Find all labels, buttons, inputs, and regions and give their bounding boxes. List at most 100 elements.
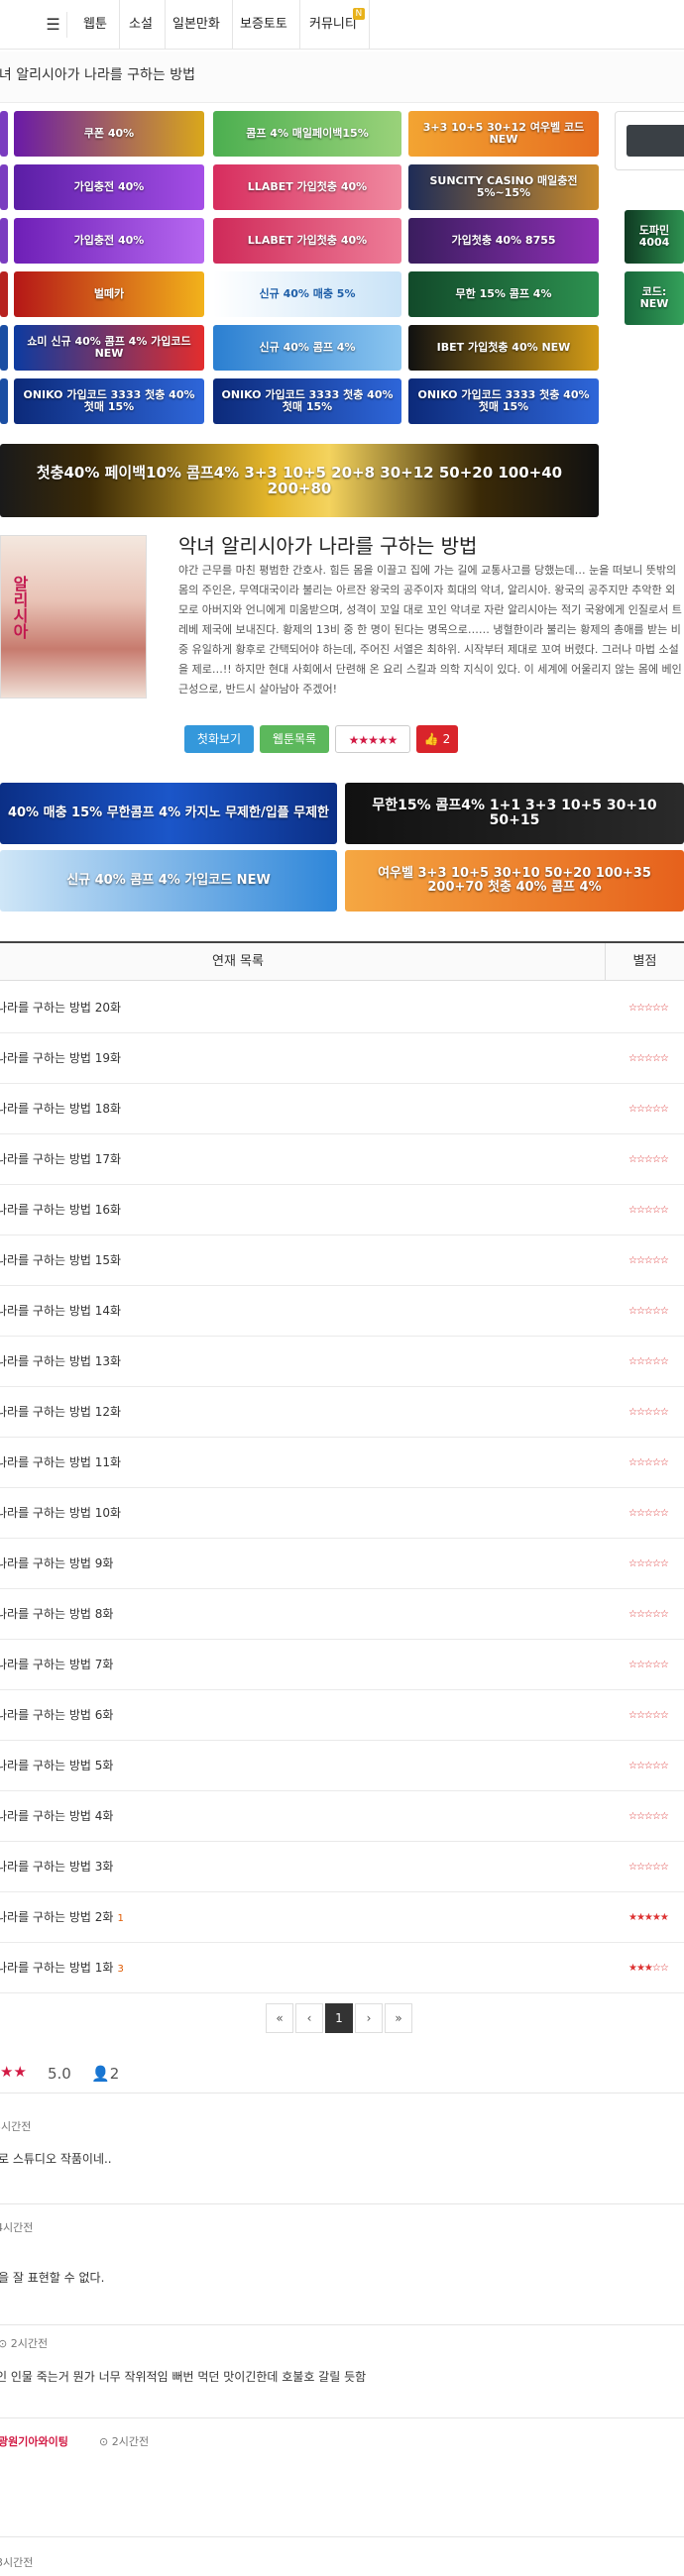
banner-text: 콤프 4% 매일페이백15% xyxy=(246,126,369,140)
episode-title[interactable]: 나라를 구하는 방법 11화 xyxy=(0,1438,121,1488)
table-row[interactable]: 나라를 구하는 방법 17화 ☆☆☆☆☆ xyxy=(0,1134,684,1185)
episode-title[interactable]: 나라를 구하는 방법 8화 xyxy=(0,1589,113,1640)
table-row[interactable]: 나라를 구하는 방법 7화 ☆☆☆☆☆ xyxy=(0,1640,684,1690)
banner-edge[interactable] xyxy=(0,111,8,157)
episode-title[interactable]: 나라를 구하는 방법 9화 xyxy=(0,1539,113,1589)
like-button[interactable]: 👍 2 xyxy=(416,725,458,753)
banner-text: ONIKO 가입코드 3333 첫충 40% 첫매 15% xyxy=(221,387,394,413)
banner-ad[interactable]: 무한 15% 콤프 4% xyxy=(408,271,599,317)
table-row[interactable]: 나라를 구하는 방법 20화 ☆☆☆☆☆ xyxy=(0,983,684,1033)
episode-title[interactable]: 나라를 구하는 방법 17화 xyxy=(0,1134,121,1185)
table-row[interactable]: 나라를 구하는 방법 10화 ☆☆☆☆☆ xyxy=(0,1488,684,1539)
banner-text: 첫충40% 페이백10% 콤프4% 3+3 10+5 20+8 30+12 50… xyxy=(36,463,563,497)
table-row[interactable]: 나라를 구하는 방법 4화 ☆☆☆☆☆ xyxy=(0,1791,684,1842)
comment-author[interactable]: 광원기아와이팅 xyxy=(0,2433,68,2449)
banner-ad[interactable]: 벌떼카 xyxy=(14,271,204,317)
nav-item-community[interactable]: 커뮤니티 N xyxy=(297,0,370,50)
rating-score: 5.0 xyxy=(48,2065,71,2083)
table-row[interactable]: 나라를 구하는 방법 3화 ☆☆☆☆☆ xyxy=(0,1842,684,1892)
webtoon-list-button[interactable]: 웹툰목록 xyxy=(260,725,329,753)
banner-ad[interactable]: 쿠폰 40% xyxy=(14,111,204,157)
pager-next-button[interactable]: › xyxy=(355,2003,383,2033)
pager-current-page[interactable]: 1 xyxy=(325,2003,353,2033)
banner-ad[interactable]: 가입충전 40% xyxy=(14,164,204,210)
episode-rating-stars: ☆☆☆☆☆ xyxy=(628,1862,669,1873)
banner-ad[interactable]: 여우벨 3+3 10+5 30+10 50+20 100+35 200+70 첫… xyxy=(345,850,684,912)
banner-ad[interactable]: 신규 40% 콤프 4% 가입코드 NEW xyxy=(0,850,337,912)
episode-title[interactable]: 나라를 구하는 방법 13화 xyxy=(0,1337,121,1387)
hamburger-icon[interactable]: ☰ xyxy=(40,12,67,38)
table-row[interactable]: 나라를 구하는 방법 11화 ☆☆☆☆☆ xyxy=(0,1438,684,1488)
side-banner-ad[interactable]: 도파민 4004 xyxy=(625,210,684,264)
banner-edge[interactable] xyxy=(0,271,8,317)
table-row[interactable]: 나라를 구하는 방법 9화 ☆☆☆☆☆ xyxy=(0,1539,684,1589)
table-row[interactable]: 나라를 구하는 방법 16화 ☆☆☆☆☆ xyxy=(0,1185,684,1235)
banner-ad[interactable]: ONIKO 가입코드 3333 첫충 40% 첫매 15% xyxy=(213,378,401,424)
episode-title[interactable]: 나라를 구하는 방법 6화 xyxy=(0,1690,113,1741)
episode-title[interactable]: 나라를 구하는 방법 5화 xyxy=(0,1741,113,1791)
banner-ad[interactable]: 무한15% 콤프4% 1+1 3+3 10+5 30+10 50+15 xyxy=(345,783,684,844)
thumbnail-title: 알리시아 xyxy=(10,576,29,639)
sidebar-button[interactable] xyxy=(627,125,684,157)
banner-ad[interactable]: 콤프 4% 매일페이백15% xyxy=(213,111,401,157)
banner-ad[interactable]: 가입충전 40% xyxy=(14,218,204,264)
rating-stars-button[interactable]: ★★★★★ xyxy=(335,725,410,753)
webtoon-thumbnail[interactable]: 알리시아 xyxy=(0,535,147,698)
table-row[interactable]: 나라를 구하는 방법 19화 ☆☆☆☆☆ xyxy=(0,1033,684,1084)
episode-title[interactable]: 나라를 구하는 방법 20화 xyxy=(0,983,121,1033)
episode-title[interactable]: 나라를 구하는 방법 15화 xyxy=(0,1235,121,1286)
episode-title[interactable]: 나라를 구하는 방법 12화 xyxy=(0,1387,121,1438)
banner-ad[interactable]: 40% 매충 15% 무한콤프 4% 카지노 무제한/입플 무제한 xyxy=(0,783,337,844)
banner-text: 신규 40% 콤프 4% xyxy=(259,340,356,354)
banner-ad[interactable]: ONIKO 가입코드 3333 첫충 40% 첫매 15% xyxy=(408,378,599,424)
nav-item-webtoon[interactable]: 웹툰 xyxy=(71,0,120,50)
pager-last-button[interactable]: » xyxy=(385,2003,412,2033)
episode-title[interactable]: 나라를 구하는 방법 10화 xyxy=(0,1488,121,1539)
nav-item-novel[interactable]: 소설 xyxy=(117,0,166,50)
banner-text: ONIKO 가입코드 3333 첫충 40% 첫매 15% xyxy=(23,387,195,413)
banner-ad[interactable]: 3+3 10+5 30+12 여우벨 코드 NEW xyxy=(408,111,599,157)
table-row[interactable]: 나라를 구하는 방법 12화 ☆☆☆☆☆ xyxy=(0,1387,684,1438)
episode-title[interactable]: 나라를 구하는 방법 4화 xyxy=(0,1791,113,1842)
banner-ad[interactable]: 가입첫충 40% 8755 xyxy=(408,218,599,264)
episode-title[interactable]: 나라를 구하는 방법 3화 xyxy=(0,1842,113,1892)
banner-ad[interactable]: LLABET 가입첫충 40% xyxy=(213,164,401,210)
table-row[interactable]: 나라를 구하는 방법 18화 ☆☆☆☆☆ xyxy=(0,1084,684,1134)
banner-ad[interactable]: ONIKO 가입코드 3333 첫충 40% 첫매 15% xyxy=(14,378,204,424)
banner-ad[interactable]: LLABET 가입첫충 40% xyxy=(213,218,401,264)
banner-ad[interactable]: 쇼미 신규 40% 콤프 4% 가입코드 NEW xyxy=(14,325,204,371)
banner-ad[interactable]: SUNCITY CASINO 매일충전 5%~15% xyxy=(408,164,599,210)
comment-time-text: 4시간전 xyxy=(0,2221,34,2234)
pager-prev-button[interactable]: ‹ xyxy=(295,2003,323,2033)
episode-title[interactable]: 나라를 구하는 방법 14화 xyxy=(0,1286,121,1337)
nav-item-guaranteed-toto[interactable]: 보증토토 xyxy=(228,0,300,50)
table-row[interactable]: 나라를 구하는 방법 13화 ☆☆☆☆☆ xyxy=(0,1337,684,1387)
nav-item-japanese-manga[interactable]: 일본만화 xyxy=(161,0,233,50)
first-episode-button[interactable]: 첫화보기 xyxy=(184,725,254,753)
pager-first-button[interactable]: « xyxy=(266,2003,293,2033)
banner-ad[interactable]: IBET 가입첫충 40% NEW xyxy=(408,325,599,371)
episode-title[interactable]: 나라를 구하는 방법 7화 xyxy=(0,1640,113,1690)
table-row[interactable]: 나라를 구하는 방법 2화 1 ★★★★★ xyxy=(0,1892,684,1943)
banner-ad[interactable]: 신규 40% 매충 5% xyxy=(213,271,401,317)
episode-title[interactable]: 나라를 구하는 방법 19화 xyxy=(0,1033,121,1084)
banner-edge[interactable] xyxy=(0,164,8,210)
banner-text: 신규 40% 매충 5% xyxy=(259,286,356,300)
table-row[interactable]: 나라를 구하는 방법 14화 ☆☆☆☆☆ xyxy=(0,1286,684,1337)
table-row[interactable]: 나라를 구하는 방법 6화 ☆☆☆☆☆ xyxy=(0,1690,684,1741)
table-row[interactable]: 나라를 구하는 방법 15화 ☆☆☆☆☆ xyxy=(0,1235,684,1286)
banner-edge[interactable] xyxy=(0,218,8,264)
episode-title[interactable]: 나라를 구하는 방법 1화 3 xyxy=(0,1943,124,1994)
episode-title[interactable]: 나라를 구하는 방법 2화 1 xyxy=(0,1892,124,1944)
table-row[interactable]: 나라를 구하는 방법 5화 ☆☆☆☆☆ xyxy=(0,1741,684,1791)
episode-title[interactable]: 나라를 구하는 방법 16화 xyxy=(0,1185,121,1235)
banner-text: 무한15% 콤프4% 1+1 3+3 10+5 30+10 50+15 xyxy=(372,797,657,828)
table-row[interactable]: 나라를 구하는 방법 8화 ☆☆☆☆☆ xyxy=(0,1589,684,1640)
wide-banner-ad[interactable]: 첫충40% 페이백10% 콤프4% 3+3 10+5 20+8 30+12 50… xyxy=(0,444,599,517)
episode-title[interactable]: 나라를 구하는 방법 18화 xyxy=(0,1084,121,1134)
table-row[interactable]: 나라를 구하는 방법 1화 3 ★★★☆☆ xyxy=(0,1943,684,1993)
banner-edge[interactable] xyxy=(0,378,8,424)
side-banner-ad[interactable]: 코드: NEW xyxy=(625,271,684,325)
banner-ad[interactable]: 신규 40% 콤프 4% xyxy=(213,325,401,371)
banner-edge[interactable] xyxy=(0,325,8,371)
